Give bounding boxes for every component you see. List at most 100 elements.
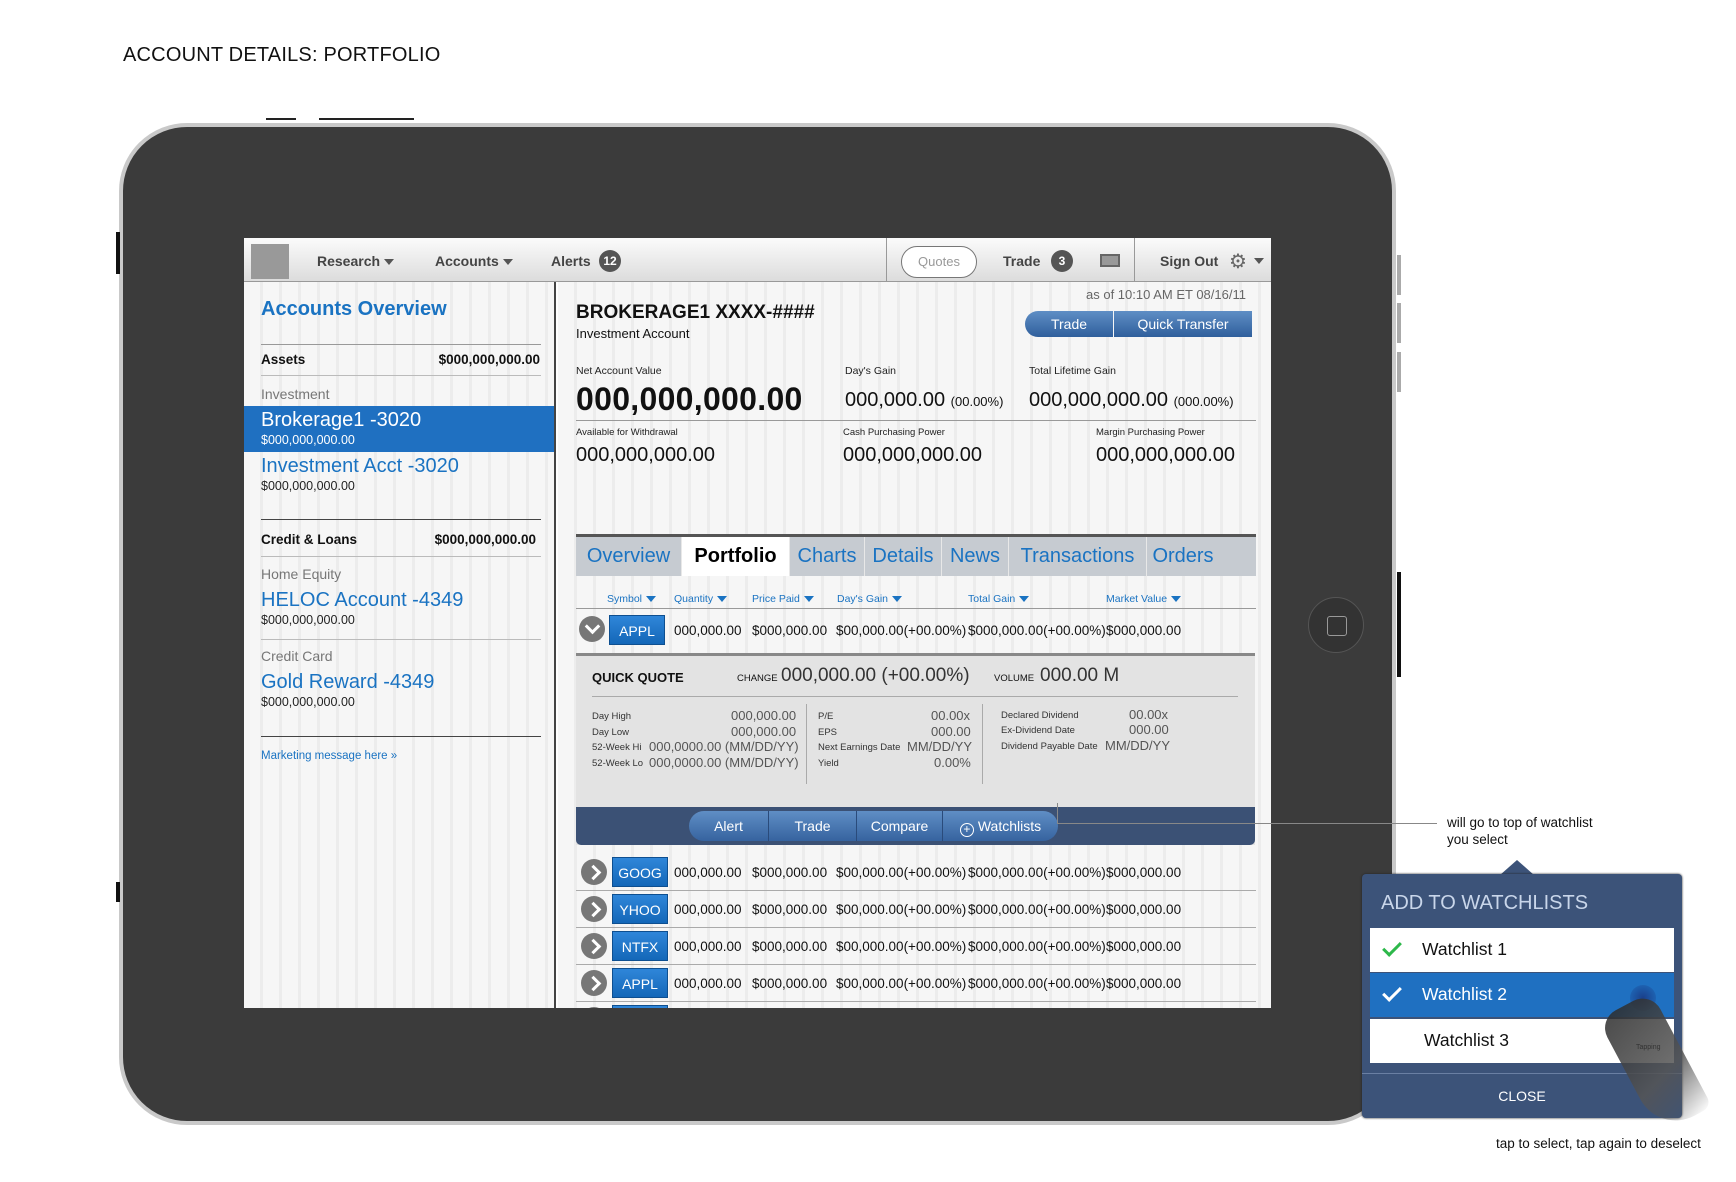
table-row[interactable]: APPL000,000.00$000,000.00$00,000.00(+00.… [576, 1002, 1256, 1008]
compare-button[interactable]: Compare [857, 811, 943, 841]
divider [261, 375, 541, 376]
side-button [1397, 255, 1401, 295]
sort-icon [803, 596, 814, 603]
total-gain-cell: $000,000.00(+00.00%) [968, 976, 1106, 991]
alert-button[interactable]: Alert [689, 811, 769, 841]
dividend-payable-value: MM/DD/YY [1105, 738, 1170, 753]
wk-hi-value: 000,0000.00 (MM/DD/YY) [649, 739, 799, 754]
column-header-total-gain[interactable]: Total Gain [968, 593, 1030, 605]
chevron-down-icon[interactable] [1254, 258, 1264, 264]
symbol-button[interactable]: YHOO [612, 894, 668, 924]
days-gain-value: 000,000.00 (00.00%) [845, 389, 1004, 411]
sidebar-item-investment[interactable]: Investment Acct -3020 $000,000,000.00 [261, 452, 541, 498]
wk-hi-label: 52-Week Hi [592, 742, 642, 753]
tab-transactions[interactable]: Transactions [1009, 537, 1147, 576]
quick-quote-title: QUICK QUOTE [592, 670, 684, 685]
symbol-button[interactable]: NTFX [612, 931, 668, 961]
expand-icon[interactable] [581, 859, 607, 885]
tab-portfolio[interactable]: Portfolio [682, 537, 790, 576]
sidebar-item-gold-reward[interactable]: Gold Reward -4349 $000,000,000.00 [261, 668, 541, 714]
divider [266, 118, 296, 120]
price-paid-cell: $000,000.00 [752, 976, 828, 991]
volume-value: 000.00 M [1040, 665, 1120, 686]
quantity-cell: 000,000.00 [674, 623, 742, 638]
account-detail-panel: BROKERAGE1 XXXX-#### Investment Account … [558, 282, 1271, 1008]
days-gain-cell: $00,000.00(+00.00%) [836, 976, 967, 991]
home-button[interactable] [1308, 597, 1364, 653]
lifetime-gain-value: 000,000,000.00 (000.00%) [1029, 389, 1234, 411]
account-value: $000,000,000.00 [261, 695, 355, 709]
divider [886, 238, 887, 282]
tab-details[interactable]: Details [865, 537, 942, 576]
dividend-payable-label: Dividend Payable Date [1001, 741, 1098, 752]
sidebar-item-brokerage1[interactable]: Brokerage1 -3020 $000,000,000.00 [244, 406, 554, 452]
column-header-price-paid[interactable]: Price Paid [752, 593, 814, 605]
account-value: $000,000,000.00 [261, 613, 355, 627]
quick-transfer-button[interactable]: Quick Transfer [1114, 311, 1252, 337]
expand-icon[interactable] [581, 933, 607, 959]
table-row[interactable]: APPL000,000.00$000,000.00$00,000.00(+00.… [576, 965, 1256, 1002]
symbol-button[interactable]: GOOG [612, 857, 668, 887]
expand-icon[interactable] [581, 970, 607, 996]
wk-lo-value: 000,0000.00 (MM/DD/YY) [649, 755, 799, 770]
withdraw-value: 000,000,000.00 [576, 444, 716, 466]
watchlist-item-1[interactable]: Watchlist 1 [1370, 928, 1674, 972]
divider [319, 118, 414, 120]
column-header-days-gain[interactable]: Day's Gain [837, 593, 903, 605]
sort-icon [646, 596, 657, 603]
symbol-button[interactable]: APPL [609, 615, 665, 645]
plus-icon: + [959, 823, 974, 837]
nav-accounts[interactable]: Accounts [435, 253, 513, 269]
nav-alerts[interactable]: Alerts [551, 253, 591, 269]
tab-overview[interactable]: Overview [576, 537, 682, 576]
table-row[interactable]: APPL 000,000.00 $000,000.00 $00,000.00(+… [576, 609, 1256, 651]
eps-value: 000.00 [931, 724, 971, 739]
check-icon [1382, 982, 1402, 1002]
total-gain-cell: $000,000.00(+00.00%) [968, 865, 1106, 880]
earnings-date-value: MM/DD/YY [907, 739, 972, 754]
expand-icon[interactable] [581, 1007, 607, 1008]
annotation-note: you select [1447, 832, 1508, 847]
symbol-button[interactable]: APPL [612, 1005, 668, 1008]
trade-button[interactable]: Trade [1025, 311, 1113, 337]
column-header-quantity[interactable]: Quantity [674, 593, 728, 605]
expand-icon[interactable] [581, 896, 607, 922]
tab-orders[interactable]: Orders [1147, 537, 1219, 576]
total-gain-cell: $000,000.00(+00.00%) [968, 939, 1106, 954]
market-value-cell: $000,000.00 [1106, 976, 1182, 991]
trade-action-button[interactable]: Trade [769, 811, 857, 841]
table-row[interactable]: YHOO 000,000.00 $000,000.00 $00,000.00(+00.… [576, 891, 1256, 928]
credit-loans-value: $000,000,000.00 [434, 532, 536, 547]
price-paid-cell: $000,000.00 [752, 623, 828, 638]
yield-value: 0.00% [934, 755, 971, 770]
nav-trade[interactable]: Trade [1003, 253, 1040, 269]
quantity-cell: 000,000.00 [674, 902, 742, 917]
quotes-search-input[interactable]: Quotes [901, 246, 977, 278]
gear-icon[interactable]: ⚙ [1229, 249, 1247, 274]
nav-research[interactable]: Research [317, 253, 395, 269]
column-header-market-value[interactable]: Market Value [1106, 593, 1182, 605]
table-row[interactable]: NTFX 000,000.00 $000,000.00 $00,000.00(+00.… [576, 928, 1256, 965]
days-gain-cell: $00,000.00(+00.00%) [836, 939, 967, 954]
divider [1134, 238, 1135, 282]
marketing-link[interactable]: Marketing message here » [261, 750, 541, 762]
watchlists-button[interactable]: + Watchlists [943, 811, 1058, 841]
sign-out-link[interactable]: Sign Out [1160, 253, 1218, 269]
credit-card-label: Credit Card [261, 648, 333, 664]
tab-news[interactable]: News [942, 537, 1009, 576]
divider [261, 344, 541, 345]
annotation-note: will go to top of watchlist [1447, 815, 1593, 830]
table-row[interactable]: GOOG 000,000.00 $000,000.00 $00,000.00(+00.… [576, 854, 1256, 891]
check-icon [1382, 937, 1402, 957]
connector-line [1057, 803, 1058, 823]
market-value-cell: $000,000.00 [1106, 939, 1182, 954]
sidebar-item-heloc[interactable]: HELOC Account -4349 $000,000,000.00 [261, 586, 541, 632]
sort-icon [1171, 596, 1182, 603]
tab-charts[interactable]: Charts [790, 537, 865, 576]
tablet-screen: Research Accounts Alerts 12 Quotes Trade… [244, 238, 1271, 1008]
monitor-icon[interactable] [1100, 254, 1120, 267]
symbol-button[interactable]: APPL [612, 968, 668, 998]
collapse-icon[interactable] [579, 616, 605, 642]
column-header-symbol[interactable]: Symbol [607, 593, 657, 605]
divider [261, 556, 541, 557]
